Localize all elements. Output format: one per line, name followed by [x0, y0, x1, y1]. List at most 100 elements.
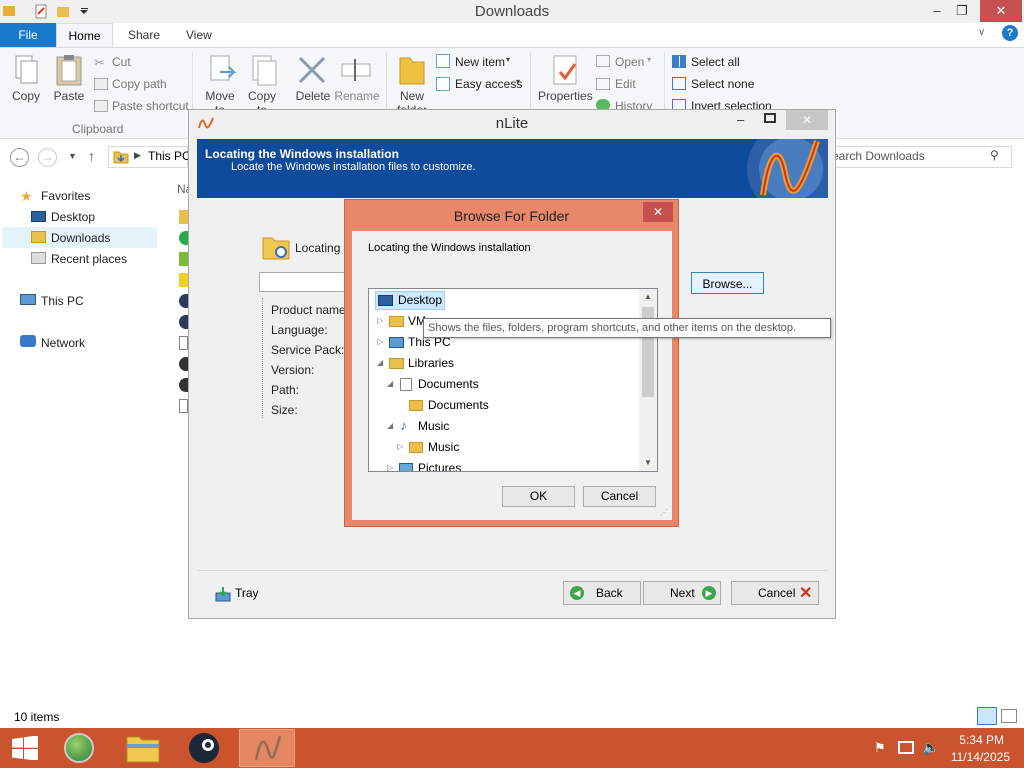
scroll-down-icon[interactable]: ▼: [639, 455, 657, 471]
tree-item-documents-folder[interactable]: Documents: [428, 395, 489, 415]
file-icon[interactable]: [179, 210, 188, 224]
easy-access-button[interactable]: Easy access: [455, 77, 522, 91]
large-icons-view-icon[interactable]: [1001, 709, 1017, 723]
new-item-button[interactable]: New item: [455, 55, 505, 69]
collapse-arrow-icon[interactable]: ◢: [377, 353, 383, 373]
breadcrumb-this-pc[interactable]: This PC: [148, 149, 191, 163]
open-button[interactable]: Open: [615, 55, 644, 69]
field-path: Path:: [271, 383, 300, 397]
tab-view[interactable]: View: [186, 23, 212, 47]
file-icon[interactable]: [179, 294, 188, 308]
tab-file[interactable]: File: [0, 23, 56, 47]
properties-button[interactable]: Properties: [538, 89, 593, 103]
tree-item-pictures[interactable]: Pictures: [418, 458, 461, 471]
nlite-close-button[interactable]: ✕: [786, 110, 828, 130]
scroll-up-icon[interactable]: ▲: [639, 289, 657, 305]
taskbar-time[interactable]: 5:34 PM: [956, 733, 1004, 747]
expand-arrow-icon[interactable]: ▷: [377, 332, 383, 352]
browse-dialog-title: Browse For Folder: [453, 208, 570, 224]
nav-network[interactable]: Network: [41, 336, 85, 350]
taskbar-steam[interactable]: [177, 729, 233, 767]
recent-locations-icon[interactable]: ▼: [68, 151, 77, 161]
expand-arrow-icon[interactable]: ▷: [397, 437, 403, 457]
select-none-button[interactable]: Select none: [691, 77, 754, 91]
ribbon-divider: [664, 52, 665, 112]
close-button[interactable]: ✕: [980, 0, 1022, 22]
action-center-flag-icon[interactable]: ⚑: [874, 740, 886, 756]
taskbar-nlite[interactable]: [239, 729, 295, 767]
nlite-maximize-button[interactable]: [764, 113, 776, 123]
collapse-arrow-icon[interactable]: ◢: [387, 374, 393, 394]
help-icon[interactable]: ?: [1002, 25, 1018, 41]
paste-button[interactable]: Paste: [50, 89, 88, 103]
browse-close-button[interactable]: ✕: [643, 202, 673, 222]
start-button[interactable]: [12, 736, 38, 760]
nav-desktop[interactable]: Desktop: [51, 210, 95, 224]
expand-arrow-icon[interactable]: ▷: [387, 458, 393, 471]
back-button[interactable]: ◀ Back: [563, 581, 641, 605]
file-icon[interactable]: [179, 357, 188, 371]
paste-shortcut-button[interactable]: Paste shortcut: [112, 99, 189, 113]
path-input[interactable]: [259, 272, 349, 292]
file-icon[interactable]: [179, 399, 188, 413]
nlite-banner-logo-icon: [733, 139, 828, 198]
resize-grip-icon[interactable]: ⋰: [660, 508, 668, 517]
details-view-icon[interactable]: [977, 707, 997, 725]
ribbon-expand-icon[interactable]: ∨: [978, 27, 985, 38]
tree-item-music-folder[interactable]: Music: [428, 437, 459, 457]
delete-button[interactable]: Delete: [292, 89, 334, 103]
field-service-pack: Service Pack:: [271, 343, 345, 357]
cancel-button[interactable]: Cancel ✕: [731, 581, 819, 605]
tree-item-libraries[interactable]: Libraries: [408, 353, 454, 373]
tree-scrollbar[interactable]: ▲ ▼: [639, 289, 657, 471]
minimize-button[interactable]: ‒: [925, 0, 949, 22]
tray-button[interactable]: Tray: [235, 586, 259, 600]
tab-share[interactable]: Share: [128, 23, 160, 47]
next-label: Next: [670, 586, 695, 600]
file-icon[interactable]: [179, 336, 188, 350]
search-icon[interactable]: ⚲: [990, 148, 999, 162]
file-icon[interactable]: [179, 315, 188, 329]
maximize-button[interactable]: ❐: [950, 0, 974, 22]
taskbar-globe-app[interactable]: [52, 729, 108, 767]
file-icon[interactable]: [179, 378, 188, 392]
file-icon[interactable]: [179, 273, 188, 287]
up-arrow-icon[interactable]: ↑: [88, 148, 95, 164]
move-to-icon: [206, 52, 238, 88]
nav-this-pc[interactable]: This PC: [41, 294, 84, 308]
folder-tree[interactable]: Desktop ▷ VM ▷ This PC ◢ Libraries ◢ Doc…: [368, 288, 658, 472]
volume-muted-icon[interactable]: 🔈: [922, 739, 939, 756]
tree-item-documents-library[interactable]: Documents: [418, 374, 479, 394]
network-status-icon[interactable]: [898, 741, 914, 754]
browse-cancel-button[interactable]: Cancel: [583, 486, 656, 507]
collapse-arrow-icon[interactable]: ◢: [387, 416, 393, 436]
taskbar-file-explorer[interactable]: [115, 729, 171, 767]
tree-item-music-library[interactable]: Music: [418, 416, 449, 436]
copy-button[interactable]: Copy: [8, 89, 44, 103]
forward-arrow-icon[interactable]: →: [38, 148, 57, 167]
nav-downloads[interactable]: Downloads: [51, 231, 110, 245]
edit-button[interactable]: Edit: [615, 77, 636, 91]
next-button[interactable]: Next ▶: [643, 581, 721, 605]
cut-icon: ✂: [94, 55, 105, 70]
cut-button[interactable]: Cut: [112, 55, 131, 69]
breadcrumb-separator-icon[interactable]: ▶: [134, 150, 141, 161]
expand-arrow-icon[interactable]: ▷: [377, 311, 383, 331]
copy-path-button[interactable]: Copy path: [112, 77, 167, 91]
rename-button[interactable]: Rename: [334, 89, 380, 103]
tab-home[interactable]: Home: [56, 23, 113, 48]
browse-button[interactable]: Browse...: [691, 272, 764, 294]
file-icon[interactable]: [179, 252, 188, 266]
nlite-minimize-button[interactable]: ‒: [737, 112, 744, 127]
file-icon[interactable]: [179, 231, 188, 245]
desktop-tooltip: Shows the files, folders, program shortc…: [423, 318, 831, 338]
copy-icon: [8, 52, 44, 88]
taskbar-date[interactable]: 11/14/2025: [946, 750, 1010, 764]
tree-item-desktop[interactable]: Desktop: [398, 290, 442, 310]
nav-recent-places[interactable]: Recent places: [51, 252, 127, 266]
back-arrow-icon[interactable]: ←: [10, 148, 29, 167]
nav-favorites[interactable]: Favorites: [41, 189, 90, 203]
ok-button[interactable]: OK: [502, 486, 575, 507]
chevron-down-icon: ▾: [516, 77, 521, 86]
select-all-button[interactable]: Select all: [691, 55, 740, 69]
